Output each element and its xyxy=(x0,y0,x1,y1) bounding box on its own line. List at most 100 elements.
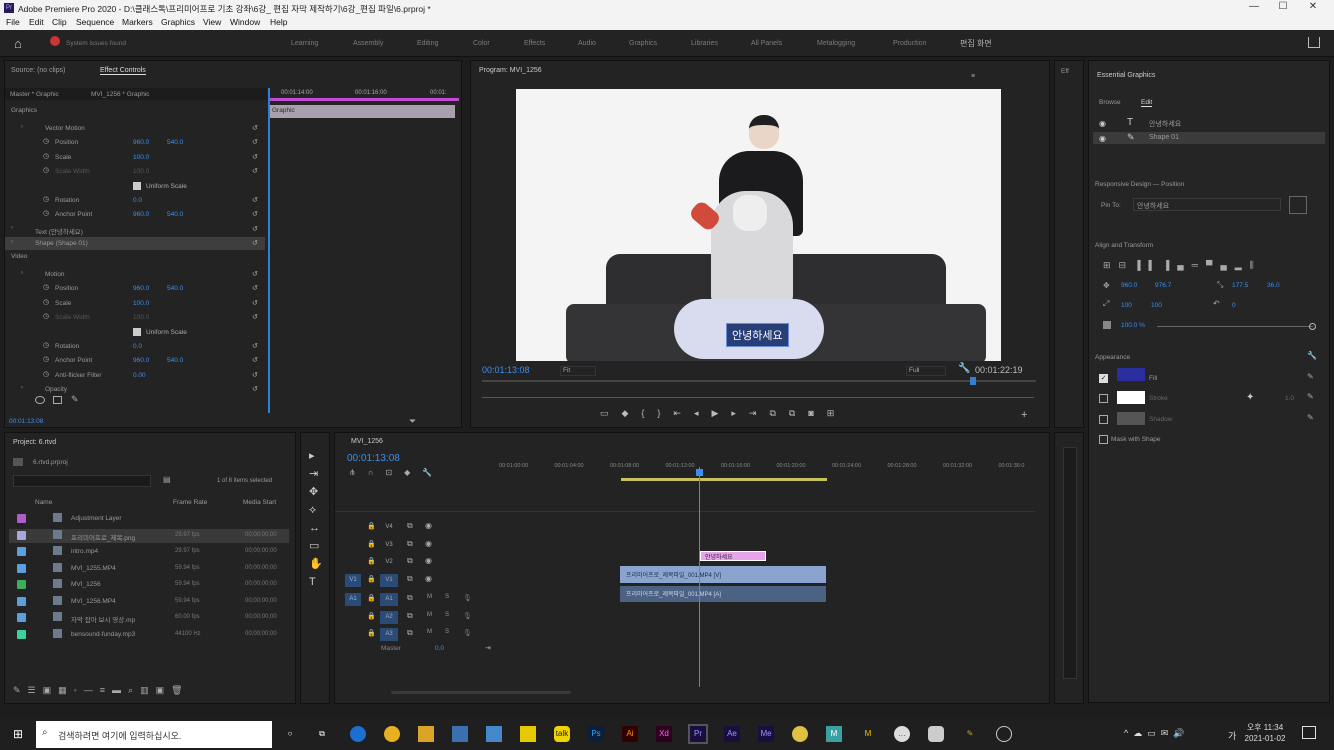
workspace-effects[interactable]: Effects xyxy=(524,40,545,47)
lock-icon[interactable]: 🔒 xyxy=(367,612,376,620)
program-video-frame[interactable]: 안녕하세요 xyxy=(516,89,1001,361)
stopwatch-icon[interactable]: ◷ xyxy=(43,152,49,160)
source-patch[interactable]: V1 xyxy=(345,574,361,587)
property-value-2[interactable]: 540.0 xyxy=(167,139,183,146)
property-value[interactable]: 960.0 xyxy=(133,285,149,292)
video-clip[interactable]: 프리미어프로_제목파일_001.MP4 [V] xyxy=(620,566,826,583)
graphic-clip[interactable]: 안녕하세요 xyxy=(700,551,766,561)
property-value[interactable]: 960.0 xyxy=(133,211,149,218)
reset-icon[interactable]: ↺ xyxy=(252,299,258,307)
col-name[interactable]: Name xyxy=(35,499,52,506)
disclosure-icon[interactable]: › xyxy=(11,225,13,231)
ec-graphics-row[interactable]: ◷ Scale Width 100.0 ↺ xyxy=(5,165,265,178)
sync-lock-icon[interactable]: ⧉ xyxy=(407,628,413,638)
property-value[interactable]: 0.0 xyxy=(133,197,142,204)
close-button[interactable]: ✕ xyxy=(1303,1,1323,15)
fill-checkbox[interactable]: ✓ xyxy=(1099,374,1108,383)
app-pen-icon[interactable]: ✎ xyxy=(962,726,978,742)
stroke-swatch[interactable] xyxy=(1117,391,1145,404)
lock-icon[interactable]: 🔒 xyxy=(367,575,376,583)
reset-icon[interactable]: ↺ xyxy=(252,270,258,278)
position-y[interactable]: 976.7 xyxy=(1155,282,1171,289)
ec-video-row[interactable]: › Opacity ↺ xyxy=(5,383,265,396)
app-tool-icon[interactable] xyxy=(928,726,944,742)
reset-icon[interactable]: ↺ xyxy=(252,138,258,146)
audio-clip[interactable]: 프리미어프로_제목파일_001.MP4 [A] xyxy=(620,586,826,602)
davinci-icon[interactable] xyxy=(792,726,808,742)
pin-to-dropdown[interactable]: 안녕하세요 xyxy=(1133,198,1281,211)
track-header[interactable]: V1 🔒 V1 ⧉ ◉ xyxy=(335,572,499,588)
program-scrub-bar[interactable] xyxy=(482,380,1036,382)
ec-video-row[interactable]: ◷ Scale Width 100.0 ↺ xyxy=(5,311,265,324)
track-target[interactable]: A3 xyxy=(380,628,398,641)
layer-shape[interactable]: ◉ ✎ Shape 01 xyxy=(1093,132,1325,144)
mute-button[interactable]: M xyxy=(427,629,432,635)
shadow-eyedropper-icon[interactable]: ✎ xyxy=(1307,413,1314,422)
menu-sequence[interactable]: Sequence xyxy=(76,17,114,27)
scale-height-value[interactable]: 100 xyxy=(1151,302,1162,309)
workspace-libraries[interactable]: Libraries xyxy=(691,40,718,47)
menu-view[interactable]: View xyxy=(203,17,221,27)
ec-graphics-row[interactable]: › Shape (Shape 01) ↺ xyxy=(5,237,265,251)
project-item[interactable]: 프리미어프로_제목.png 29.97 fps 00;00;00;00 xyxy=(9,528,289,543)
add-stroke-icon[interactable]: ✦ xyxy=(1246,392,1254,403)
mic-icon[interactable]: 🎙 xyxy=(463,594,472,602)
property-value-2[interactable]: 540.0 xyxy=(167,285,183,292)
eye-icon[interactable]: ◉ xyxy=(1099,134,1106,143)
stopwatch-icon[interactable]: ◷ xyxy=(43,298,49,306)
lock-icon[interactable]: 🔒 xyxy=(367,594,376,602)
timeline-tool-icons[interactable]: ⋔∩⊡◆🔧 xyxy=(349,468,444,477)
stopwatch-icon[interactable]: ◷ xyxy=(43,355,49,363)
minimize-button[interactable]: — xyxy=(1244,1,1264,15)
solo-button[interactable]: S xyxy=(445,612,449,618)
reset-icon[interactable]: ↺ xyxy=(252,239,258,247)
sync-lock-icon[interactable]: ⧉ xyxy=(407,611,413,621)
property-value[interactable]: 960.0 xyxy=(133,139,149,146)
eye-icon[interactable]: ◉ xyxy=(425,574,432,583)
property-value[interactable]: 0.00 xyxy=(133,372,146,379)
ec-graphics-row[interactable]: › Text (안녕하세요) ↺ xyxy=(5,223,265,236)
sync-lock-icon[interactable]: ⧉ xyxy=(407,521,413,531)
track-header[interactable]: 🔒 A2 ⧉ M S 🎙 xyxy=(335,609,499,625)
task-view-icon[interactable]: ⧉ xyxy=(314,726,330,742)
project-search-input[interactable] xyxy=(13,475,151,487)
ec-playhead[interactable] xyxy=(268,88,270,413)
disclosure-icon[interactable]: › xyxy=(11,239,13,245)
property-value[interactable]: 100.0 xyxy=(133,314,149,321)
position-x[interactable]: 960.0 xyxy=(1121,282,1137,289)
mic-icon[interactable]: 🎙 xyxy=(463,629,472,637)
track-header[interactable]: 🔒 V3 ⧉ ◉ xyxy=(335,537,499,553)
label-color-swatch[interactable] xyxy=(17,563,26,573)
reset-icon[interactable]: ↺ xyxy=(252,356,258,364)
timeline-zoom-scroll[interactable] xyxy=(391,691,571,694)
taskbar-search-input[interactable]: ⌕ 검색하려면 여기에 입력하십시오. xyxy=(36,721,272,748)
stopwatch-icon[interactable]: ◷ xyxy=(43,195,49,203)
ec-video-row[interactable]: › Motion ↺ xyxy=(5,268,265,281)
project-toolbar[interactable]: ✎☰▣▦◦—≡▬⌕▥▣🗑 xyxy=(13,685,283,695)
track-header[interactable]: 🔒 V4 ⧉ ◉ xyxy=(335,519,499,535)
tab-effect-controls[interactable]: Effect Controls xyxy=(100,67,146,75)
track-target[interactable]: V1 xyxy=(380,574,398,587)
eye-icon[interactable]: ◉ xyxy=(425,556,432,565)
file-explorer-icon[interactable] xyxy=(418,726,434,742)
col-media-start[interactable]: Media Start xyxy=(243,499,276,506)
anchor-x[interactable]: 177.5 xyxy=(1232,282,1248,289)
property-value[interactable]: 100.0 xyxy=(133,300,149,307)
col-frame-rate[interactable]: Frame Rate xyxy=(173,499,207,506)
fit-dropdown[interactable]: Fit xyxy=(560,366,596,376)
sync-lock-icon[interactable]: ⧉ xyxy=(407,593,413,603)
after-effects-icon[interactable]: Ae xyxy=(724,726,740,742)
project-item[interactable]: MVI_1256 59.94 fps 00;00;00;00 xyxy=(9,578,289,592)
photoshop-icon[interactable]: Ps xyxy=(588,726,604,742)
clip-label[interactable]: MVI_1256 * Graphic xyxy=(91,91,150,98)
filter-icon[interactable]: ⏷ xyxy=(409,416,416,427)
project-item[interactable]: 자막 잡아 보시 영상.mp 60.00 fps 00;00;00;00 xyxy=(9,611,289,625)
ec-video-row[interactable]: ◷ Rotation 0.0 ↺ xyxy=(5,340,265,353)
stroke-checkbox[interactable] xyxy=(1099,394,1108,403)
mic-icon[interactable]: 🎙 xyxy=(463,612,472,620)
program-title[interactable]: Program: MVI_1256 xyxy=(479,67,542,74)
ec-graphics-row[interactable]: ◷ Anchor Point 960.0 540.0 ↺ xyxy=(5,208,265,221)
ec-video-row[interactable]: ◷ Anchor Point 960.0 540.0 ↺ xyxy=(5,354,265,367)
notification-icon[interactable] xyxy=(1302,726,1316,739)
workspace-audio[interactable]: Audio xyxy=(578,40,596,47)
